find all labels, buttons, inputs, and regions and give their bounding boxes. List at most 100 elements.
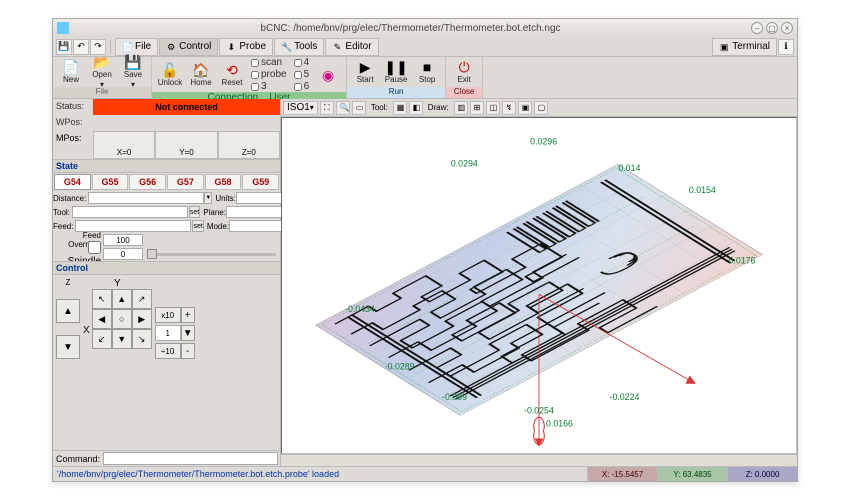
tab-tools[interactable]: 🔧Tools bbox=[274, 38, 324, 56]
zoom-fit-button[interactable]: ⛶ bbox=[320, 101, 334, 115]
check-probe[interactable]: probe bbox=[251, 69, 287, 80]
coord-y[interactable]: Y=0 bbox=[155, 131, 217, 159]
save-button[interactable]: 💾Save▾ bbox=[118, 57, 148, 87]
step-dd[interactable]: ▼ bbox=[181, 325, 195, 341]
view-toolbar: ISO1 ▾ ⛶ 🔍 ▭ Tool: ▦ ◧ Draw: ▥ ⊞ ◫ ↯ ▣ ▢ bbox=[281, 99, 797, 117]
jog-se[interactable]: ↘ bbox=[132, 329, 152, 349]
minimize-button[interactable]: – bbox=[751, 22, 763, 34]
coord-z[interactable]: Z=0 bbox=[218, 131, 280, 159]
gcode-canvas[interactable]: 0.0296 0.0294 0.014 0.0154 0.0176 -0.043… bbox=[281, 117, 797, 454]
tool-input[interactable] bbox=[72, 206, 188, 218]
user-button[interactable]: ◉ bbox=[313, 60, 343, 90]
maximize-button[interactable]: ▢ bbox=[766, 22, 778, 34]
new-button[interactable]: 📄New bbox=[56, 57, 86, 87]
left-panel: Status: Not connected WPos: MPos: X=0 Y=… bbox=[53, 99, 281, 466]
z-down-button[interactable]: ▼ bbox=[56, 335, 80, 359]
zoom-in-button[interactable]: 🔍 bbox=[336, 101, 350, 115]
step-plus-button[interactable]: + bbox=[181, 307, 195, 323]
draw-rapid-button[interactable]: ↯ bbox=[502, 101, 516, 115]
jog-sw[interactable]: ↙ bbox=[92, 329, 112, 349]
jog-s[interactable]: ▼ bbox=[112, 329, 132, 349]
g54-button[interactable]: G54 bbox=[54, 174, 91, 190]
g59-button[interactable]: G59 bbox=[242, 174, 279, 190]
feed-set-button[interactable]: set bbox=[192, 220, 203, 232]
command-row: Command: bbox=[53, 450, 280, 466]
right-panel: ISO1 ▾ ⛶ 🔍 ▭ Tool: ▦ ◧ Draw: ▥ ⊞ ◫ ↯ ▣ ▢ bbox=[281, 99, 797, 466]
check-4[interactable]: 4 bbox=[294, 57, 310, 68]
draw-probe-button[interactable]: ▣ bbox=[518, 101, 532, 115]
pause-button[interactable]: ❚❚Pause bbox=[381, 57, 411, 87]
distance-input[interactable] bbox=[88, 192, 204, 204]
tool-b-button[interactable]: ◧ bbox=[409, 101, 423, 115]
new-icon: 📄 bbox=[62, 60, 79, 74]
close-window-button[interactable]: × bbox=[781, 22, 793, 34]
spindle-slider[interactable] bbox=[147, 253, 276, 256]
g57-button[interactable]: G57 bbox=[167, 174, 204, 190]
home-icon: 🏠 bbox=[192, 63, 209, 77]
check-6[interactable]: 6 bbox=[294, 81, 310, 92]
group-file: 📄New 📂Open▾ 💾Save▾ File bbox=[53, 57, 152, 98]
save-quick-button[interactable]: 💾 bbox=[56, 39, 72, 55]
group-run: ▶Start ❚❚Pause ■Stop Run bbox=[347, 57, 446, 98]
h-scrollbar[interactable] bbox=[281, 454, 797, 466]
redo-button[interactable]: ↷ bbox=[90, 39, 106, 55]
zoom-region-button[interactable]: ▭ bbox=[352, 101, 366, 115]
distance-dropdown[interactable]: ▼ bbox=[204, 192, 212, 204]
tab-terminal[interactable]: ▣Terminal bbox=[712, 38, 777, 56]
jog-n[interactable]: ▲ bbox=[112, 289, 132, 309]
unlock-button[interactable]: 🔓Unlock bbox=[155, 60, 185, 90]
coord-x[interactable]: X=0 bbox=[93, 131, 155, 159]
tab-control[interactable]: ⚙Control bbox=[159, 38, 218, 56]
status-row: Status: Not connected bbox=[53, 99, 280, 115]
step-div10-button[interactable]: ÷10 bbox=[155, 343, 181, 359]
iso-select[interactable]: ISO1 ▾ bbox=[283, 101, 318, 115]
user-icon: ◉ bbox=[322, 68, 334, 82]
tab-editor[interactable]: ✎Editor bbox=[325, 38, 378, 56]
tab-file[interactable]: 📄File bbox=[115, 38, 158, 56]
jog-e[interactable]: ▶ bbox=[132, 309, 152, 329]
jog-center[interactable]: ○ bbox=[112, 309, 132, 329]
spindle-check[interactable] bbox=[88, 241, 101, 254]
jog-w[interactable]: ◀ bbox=[92, 309, 112, 329]
draw-axes-button[interactable]: ⊞ bbox=[470, 101, 484, 115]
step-x10-button[interactable]: x10 bbox=[155, 307, 181, 323]
reset-button[interactable]: ⟲Reset bbox=[217, 60, 247, 90]
status-z: Z: 0.0000 bbox=[727, 467, 797, 481]
g58-button[interactable]: G58 bbox=[205, 174, 242, 190]
jog-ne[interactable]: ↗ bbox=[132, 289, 152, 309]
home-button[interactable]: 🏠Home bbox=[186, 60, 216, 90]
step-input[interactable] bbox=[155, 325, 181, 341]
z-up-button[interactable]: ▲ bbox=[56, 299, 80, 323]
window-title: bCNC: /home/bnv/prg/elec/Thermometer/The… bbox=[73, 23, 748, 34]
tool-set-button[interactable]: set bbox=[189, 206, 200, 218]
exit-button[interactable]: ⏻Exit bbox=[449, 57, 479, 87]
draw-path-button[interactable]: ◫ bbox=[486, 101, 500, 115]
probe-options-2: 4 5 6 bbox=[291, 57, 313, 92]
wpos-label: WPos: bbox=[53, 115, 93, 131]
info-button[interactable]: ℹ bbox=[778, 39, 794, 55]
feed-override-value: 100 bbox=[103, 234, 143, 246]
g56-button[interactable]: G56 bbox=[129, 174, 166, 190]
g55-button[interactable]: G55 bbox=[92, 174, 129, 190]
tool-a-button[interactable]: ▦ bbox=[393, 101, 407, 115]
pcb-preview: 0.0296 0.0294 0.014 0.0154 0.0176 -0.043… bbox=[282, 118, 796, 453]
start-button[interactable]: ▶Start bbox=[350, 57, 380, 87]
check-3[interactable]: 3 bbox=[251, 81, 287, 92]
draw-grid-button[interactable]: ▥ bbox=[454, 101, 468, 115]
unlock-icon: 🔓 bbox=[161, 63, 178, 77]
svg-text:0.0154: 0.0154 bbox=[689, 185, 716, 195]
draw-margin-button[interactable]: ▢ bbox=[534, 101, 548, 115]
check-5[interactable]: 5 bbox=[294, 69, 310, 80]
editor-icon: ✎ bbox=[332, 42, 342, 52]
step-minus-button[interactable]: - bbox=[181, 343, 195, 359]
mpos-label: MPos: bbox=[53, 131, 93, 159]
jog-nw[interactable]: ↖ bbox=[92, 289, 112, 309]
stop-button[interactable]: ■Stop bbox=[412, 57, 442, 87]
tab-probe[interactable]: ⬇Probe bbox=[219, 38, 273, 56]
check-scan[interactable]: scan bbox=[251, 57, 287, 68]
svg-text:-0.0224: -0.0224 bbox=[610, 392, 640, 402]
open-button[interactable]: 📂Open▾ bbox=[87, 57, 117, 87]
svg-text:0.0294: 0.0294 bbox=[451, 158, 478, 168]
undo-button[interactable]: ↶ bbox=[73, 39, 89, 55]
command-input[interactable] bbox=[103, 452, 278, 465]
